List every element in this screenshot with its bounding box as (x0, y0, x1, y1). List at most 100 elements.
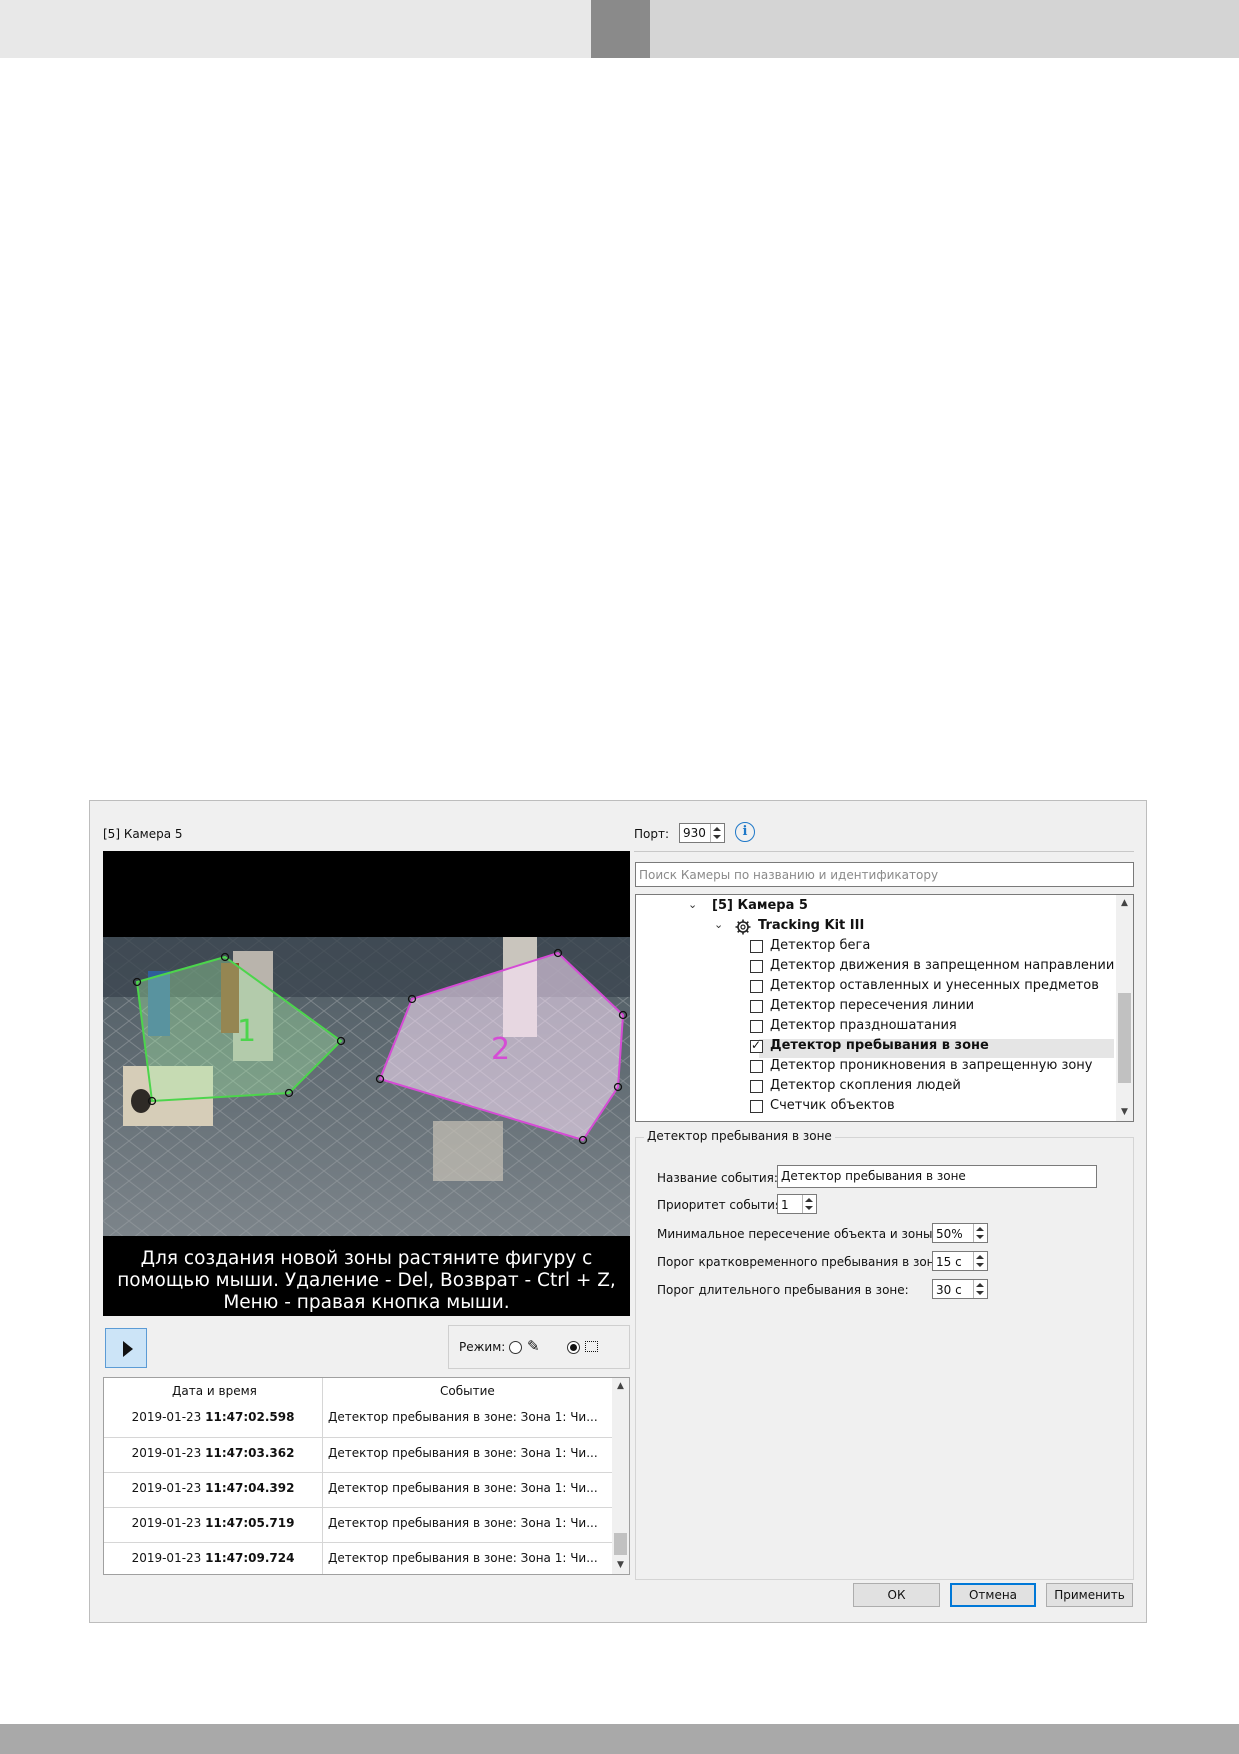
short-stay-spinbox[interactable]: 15 с (932, 1251, 988, 1271)
detector-label: Детектор скопления людей (770, 1078, 961, 1093)
play-icon (123, 1341, 133, 1357)
detector-checkbox[interactable] (750, 1000, 763, 1013)
detector-label: Детектор бега (770, 938, 871, 953)
video-frame: 1 2 (103, 851, 630, 1236)
mode-selector: Режим: ✎ (448, 1325, 630, 1369)
detector-tree: ⌄ [5] Камера 5 ⌄ Tracking Kit III Детект… (635, 894, 1134, 1122)
events-table-header: Дата и время Событие (104, 1378, 612, 1402)
event-datetime: 2019-01-23 11:47:04.392 (131, 1481, 295, 1495)
detector-label: Детектор оставленных и унесенных предмет… (770, 978, 1099, 993)
zone-2-label: 2 (491, 1032, 510, 1067)
cancel-button[interactable]: Отмена (950, 1583, 1036, 1607)
detector-checkbox[interactable] (750, 1080, 763, 1093)
scroll-down-arrow-icon[interactable]: ▼ (612, 1557, 629, 1574)
video-preview[interactable]: 1 2 Для создания новой зоны растяните фи… (103, 851, 630, 1316)
detector-label: Детектор движения в запрещенном направле… (770, 958, 1115, 973)
event-datetime: 2019-01-23 11:47:09.724 (131, 1551, 295, 1565)
tree-detector-item[interactable]: Детектор праздношатания (636, 1017, 1116, 1037)
event-datetime: 2019-01-23 11:47:03.362 (131, 1446, 295, 1460)
chevron-down-icon[interactable]: ⌄ (688, 898, 697, 911)
tree-detector-item[interactable]: Детектор скопления людей (636, 1077, 1116, 1097)
pencil-icon: ✎ (527, 1337, 540, 1355)
table-row[interactable]: 2019-01-23 11:47:05.719 Детектор пребыван… (104, 1507, 612, 1540)
detector-checkbox[interactable] (750, 980, 763, 993)
detector-settings-dialog: [5] Камера 5 1 2 Для создания новой зоны… (89, 800, 1147, 1623)
detector-checkbox[interactable] (750, 1020, 763, 1033)
chevron-down-icon[interactable]: ⌄ (714, 918, 723, 931)
play-button[interactable] (105, 1328, 147, 1368)
scroll-thumb[interactable] (1118, 993, 1131, 1083)
long-stay-label: Порог длительного пребывания в зоне: (657, 1283, 909, 1297)
page-header-marker (591, 0, 650, 58)
detector-label: Счетчик объектов (770, 1098, 895, 1113)
tree-detector-item[interactable]: Детектор проникновения в запрещенную зон… (636, 1057, 1116, 1077)
detector-checkbox[interactable] (750, 1100, 763, 1113)
detector-settings-group: Детектор пребывания в зоне Название собы… (635, 1129, 1134, 1580)
short-stay-label: Порог кратковременного пребывания в зоне… (657, 1255, 946, 1269)
table-row[interactable]: 2019-01-23 11:47:04.392 Детектор пребыван… (104, 1472, 612, 1505)
page-footer (0, 1724, 1239, 1754)
zone-1-label: 1 (237, 1014, 256, 1049)
event-text: Детектор пребывания в зоне: Зона 1: Чи..… (328, 1446, 598, 1460)
events-table: Дата и время Событие 2019-01-23 11:47:02… (103, 1377, 630, 1575)
priority-spinbox[interactable]: 1 (777, 1194, 817, 1214)
priority-label: Приоритет события: (657, 1198, 787, 1212)
detector-label: Детектор праздношатания (770, 1018, 957, 1033)
event-text: Детектор пребывания в зоне: Зона 1: Чи..… (328, 1516, 598, 1530)
tree-node-tracking-kit[interactable]: ⌄ Tracking Kit III (636, 917, 1116, 937)
scroll-up-arrow-icon[interactable]: ▲ (1116, 895, 1133, 912)
apply-button[interactable]: Применить (1046, 1583, 1133, 1607)
event-text: Детектор пребывания в зоне: Зона 1: Чи..… (328, 1410, 598, 1424)
page-header-right (650, 0, 1239, 58)
tree-scrollbar[interactable]: ▲ ▼ (1116, 895, 1133, 1121)
port-value: 930 (683, 826, 706, 840)
tree-detector-item[interactable]: Детектор пребывания в зоне (636, 1037, 1116, 1057)
detector-label: Детектор проникновения в запрещенную зон… (770, 1058, 1093, 1073)
detector-checkbox[interactable] (750, 940, 763, 953)
tree-detector-item[interactable]: Детектор пересечения линии (636, 997, 1116, 1017)
page-header-left (0, 0, 591, 58)
table-row[interactable]: 2019-01-23 11:47:09.724 Детектор пребыван… (104, 1542, 612, 1574)
camera-title: [5] Камера 5 (103, 827, 183, 841)
min-overlap-label: Минимальное пересечение объекта и зоны: (657, 1227, 937, 1241)
event-datetime: 2019-01-23 11:47:05.719 (131, 1516, 295, 1530)
video-hint-text: Для создания новой зоны растяните фигуру… (103, 1236, 630, 1316)
event-name-input[interactable]: Детектор пребывания в зоне (777, 1165, 1097, 1188)
events-scrollbar[interactable]: ▲ ▼ (612, 1378, 629, 1574)
port-spinbox[interactable]: 930 (679, 823, 725, 843)
mode-polygon-radio[interactable] (509, 1341, 522, 1354)
event-text: Детектор пребывания в зоне: Зона 1: Чи..… (328, 1481, 598, 1495)
tree-detector-item[interactable]: Детектор оставленных и унесенных предмет… (636, 977, 1116, 997)
camera-search-input[interactable]: Поиск Камеры по названию и идентификатор… (635, 862, 1134, 887)
detector-label: Детектор пересечения линии (770, 998, 975, 1013)
gear-icon (735, 919, 751, 935)
event-name-label: Название события: (657, 1171, 778, 1185)
table-row[interactable]: 2019-01-23 11:47:03.362 Детектор пребыван… (104, 1437, 612, 1470)
table-row[interactable]: 2019-01-23 11:47:02.598 Детектор пребыван… (104, 1402, 612, 1434)
col-event-header[interactable]: Событие (440, 1384, 495, 1398)
ok-button[interactable]: ОК (853, 1583, 940, 1607)
mode-rectangle-radio[interactable] (567, 1341, 580, 1354)
detector-label: Детектор пребывания в зоне (770, 1038, 989, 1053)
dotted-rectangle-icon (585, 1341, 598, 1352)
mode-label: Режим: (459, 1340, 506, 1354)
scroll-down-arrow-icon[interactable]: ▼ (1116, 1104, 1133, 1121)
min-overlap-spinbox[interactable]: 50% (932, 1223, 988, 1243)
tree-detector-item[interactable]: Детектор бега (636, 937, 1116, 957)
tree-detector-item[interactable]: Детектор движения в запрещенном направле… (636, 957, 1116, 977)
detector-checkbox[interactable] (750, 960, 763, 973)
col-datetime-header[interactable]: Дата и время (172, 1384, 257, 1398)
port-label: Порт: (634, 827, 670, 841)
info-icon[interactable]: i (735, 822, 755, 842)
tree-node-camera[interactable]: ⌄ [5] Камера 5 (636, 897, 1116, 917)
detector-checkbox[interactable] (750, 1060, 763, 1073)
search-placeholder: Поиск Камеры по названию и идентификатор… (639, 868, 939, 882)
event-text: Детектор пребывания в зоне: Зона 1: Чи..… (328, 1551, 598, 1565)
scroll-up-arrow-icon[interactable]: ▲ (612, 1378, 629, 1395)
event-datetime: 2019-01-23 11:47:02.598 (131, 1410, 295, 1424)
detector-checkbox[interactable] (750, 1038, 763, 1053)
tree-detector-item[interactable]: Счетчик объектов (636, 1097, 1116, 1117)
long-stay-spinbox[interactable]: 30 с (932, 1279, 988, 1299)
scroll-thumb[interactable] (614, 1533, 627, 1555)
group-title: Детектор пребывания в зоне (644, 1129, 835, 1143)
